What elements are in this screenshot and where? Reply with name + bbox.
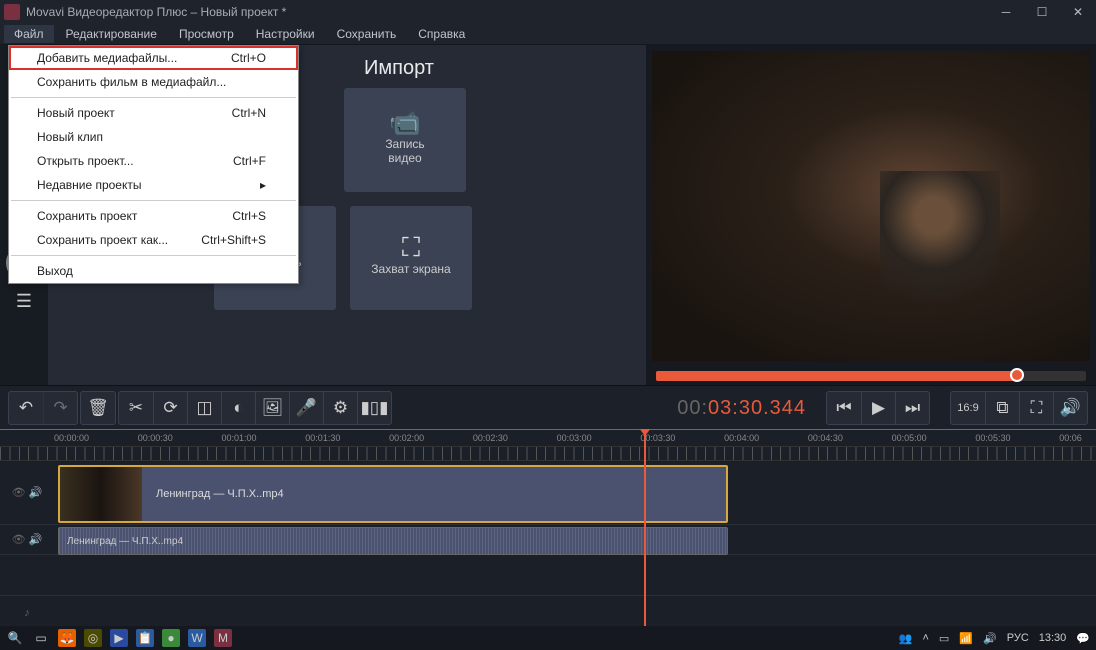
app-icon-4[interactable]: 📋 — [136, 629, 154, 647]
prev-button[interactable]: ⏮ — [827, 392, 861, 424]
movavi-icon[interactable]: M — [214, 629, 232, 647]
image-button[interactable]: 🖼 — [255, 392, 289, 424]
import-title: Импорт — [364, 57, 630, 80]
fullscreen-button[interactable]: ⛶ — [1019, 392, 1053, 424]
delete-button[interactable]: 🗑 — [81, 392, 115, 424]
audio-track-head[interactable]: 👁 🔊 — [0, 525, 54, 554]
progress-bar[interactable] — [656, 371, 1086, 381]
close-button[interactable]: ✕ — [1060, 0, 1096, 24]
maximize-button[interactable]: ☐ — [1024, 0, 1060, 24]
menu-item-сохранить-проект[interactable]: Сохранить проектCtrl+S — [9, 204, 298, 228]
app-icon-3[interactable]: ▶ — [110, 629, 128, 647]
cut-button[interactable]: ✂ — [119, 392, 153, 424]
next-button[interactable]: ⏭ — [895, 392, 929, 424]
list-icon[interactable]: ☰ — [6, 289, 42, 313]
search-icon[interactable]: 🔍 — [6, 629, 24, 647]
mic-button[interactable]: 🎤 — [289, 392, 323, 424]
video-clip[interactable]: Ленинград — Ч.П.Х..mp4 — [58, 465, 728, 523]
screen-capture-label: Захват экрана — [371, 262, 450, 276]
menu-item-сохранить-проект-как-[interactable]: Сохранить проект как...Ctrl+Shift+S — [9, 228, 298, 252]
menu-item-выход[interactable]: Выход — [9, 259, 298, 283]
title-bar: Movavi Видеоредактор Плюс – Новый проект… — [0, 0, 1096, 24]
rotate-button[interactable]: ⟳ — [153, 392, 187, 424]
file-menu-dropdown: Добавить медиафайлы...Ctrl+OСохранить фи… — [8, 45, 299, 284]
camera-icon: 📹 — [389, 115, 421, 129]
audio-clip[interactable]: Ленинград — Ч.П.Х..mp4 — [58, 527, 728, 555]
audio-clip-label: Ленинград — Ч.П.Х..mp4 — [67, 536, 183, 547]
equalizer-button[interactable]: ▮▯▮ — [357, 392, 391, 424]
video-preview[interactable] — [652, 51, 1090, 361]
window-title: Movavi Видеоредактор Плюс – Новый проект… — [26, 5, 286, 19]
toolbar: ↶ ↷ 🗑 ✂ ⟳ ◫ ◐ 🖼 🎤 ⚙ ▮▯▮ 00:03:30.344 ⏮ ▶… — [0, 385, 1096, 429]
menu-bar: Файл Редактирование Просмотр Настройки С… — [0, 24, 1096, 45]
taskview-icon[interactable]: ▭ — [32, 629, 50, 647]
timeline: 00:00:0000:00:3000:01:0000:01:3000:02:00… — [0, 429, 1096, 639]
menu-item-недавние-проекты[interactable]: Недавние проекты▸ — [9, 173, 298, 197]
properties-button[interactable]: ⚙ — [323, 392, 357, 424]
battery-icon[interactable]: ▭ — [939, 632, 949, 645]
timeline-ruler[interactable]: 00:00:0000:00:3000:01:0000:01:3000:02:00… — [0, 429, 1096, 447]
volume-button[interactable]: 🔊 — [1053, 392, 1087, 424]
preview-panel — [646, 45, 1096, 385]
clock[interactable]: 13:30 — [1039, 632, 1067, 644]
app-icon-2[interactable]: ◎ — [84, 629, 102, 647]
menu-file[interactable]: Файл — [4, 25, 54, 43]
menu-item-добавить-медиафайлы-[interactable]: Добавить медиафайлы...Ctrl+O — [9, 46, 298, 70]
menu-item-сохранить-фильм-в-медиафайл-[interactable]: Сохранить фильм в медиафайл... — [9, 70, 298, 94]
menu-item-открыть-проект-[interactable]: Открыть проект...Ctrl+F — [9, 149, 298, 173]
screen-capture-tile[interactable]: ⛶ Захват экрана — [350, 206, 472, 310]
record-video-label: Запись видео — [385, 137, 424, 165]
playhead[interactable] — [644, 429, 646, 639]
video-clip-label: Ленинград — Ч.П.Х..mp4 — [156, 488, 284, 500]
timecode: 00:03:30.344 — [677, 395, 806, 420]
app-icon — [4, 4, 20, 20]
menu-settings[interactable]: Настройки — [246, 25, 325, 43]
screen-capture-icon: ⛶ — [402, 240, 420, 254]
video-track-head[interactable]: 👁 🔊 — [0, 461, 54, 524]
people-icon[interactable]: 👥 — [899, 632, 913, 645]
minimize-button[interactable]: ─ — [988, 0, 1024, 24]
play-button[interactable]: ▶ — [861, 392, 895, 424]
app-icon-5[interactable]: ● — [162, 629, 180, 647]
menu-item-новый-клип[interactable]: Новый клип — [9, 125, 298, 149]
clip-thumbnail — [60, 467, 142, 521]
music-track-head[interactable]: ♪ — [0, 596, 54, 629]
menu-help[interactable]: Справка — [408, 25, 475, 43]
lang-indicator[interactable]: РУС — [1007, 632, 1029, 644]
menu-item-новый-проект[interactable]: Новый проектCtrl+N — [9, 101, 298, 125]
menu-view[interactable]: Просмотр — [169, 25, 244, 43]
tray-up-icon[interactable]: ˄ — [922, 632, 928, 644]
sound-icon[interactable]: 🔊 — [983, 632, 997, 645]
firefox-icon[interactable]: 🦊 — [58, 629, 76, 647]
record-video-tile[interactable]: 📹 Запись видео — [344, 88, 466, 192]
color-button[interactable]: ◐ — [221, 392, 255, 424]
popout-button[interactable]: ⧉ — [985, 392, 1019, 424]
notifications-icon[interactable]: 💬 — [1076, 632, 1090, 645]
word-icon[interactable]: W — [188, 629, 206, 647]
aspect-ratio[interactable]: 16:9 — [951, 392, 985, 424]
menu-edit[interactable]: Редактирование — [56, 25, 167, 43]
menu-save[interactable]: Сохранить — [327, 25, 407, 43]
wifi-icon[interactable]: 📶 — [959, 632, 973, 645]
undo-button[interactable]: ↶ — [9, 392, 43, 424]
progress-knob[interactable] — [1010, 368, 1024, 382]
redo-button[interactable]: ↷ — [43, 392, 77, 424]
windows-taskbar: 🔍 ▭ 🦊 ◎ ▶ 📋 ● W M 👥 ˄ ▭ 📶 🔊 РУС 13:30 💬 — [0, 626, 1096, 650]
timeline-ticks — [0, 447, 1096, 461]
crop-button[interactable]: ◫ — [187, 392, 221, 424]
